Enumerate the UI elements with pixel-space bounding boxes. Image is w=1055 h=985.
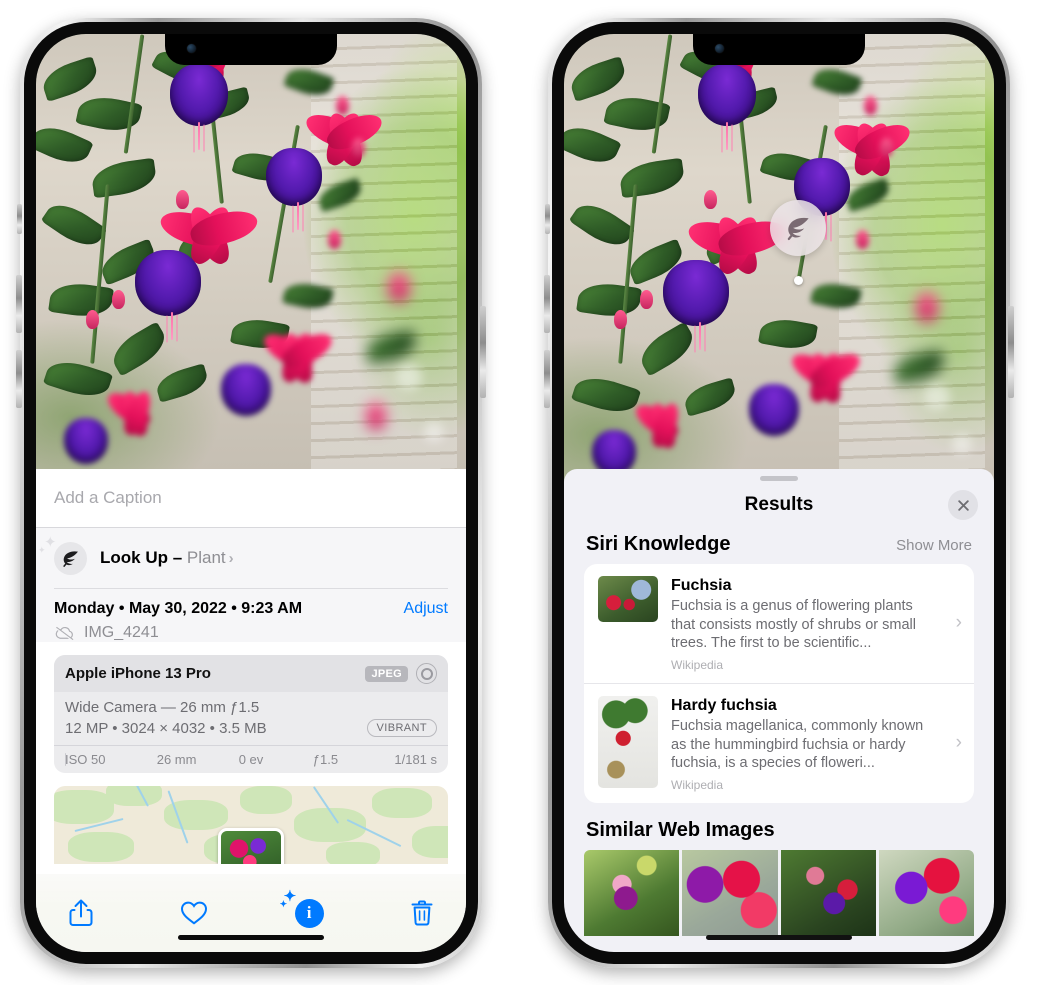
- visual-lookup-anchor-dot: [794, 276, 803, 285]
- front-camera-icon: [715, 44, 724, 53]
- volume-down-button-left[interactable]: [16, 350, 22, 408]
- caption-placeholder: Add a Caption: [54, 488, 162, 507]
- list-item[interactable]: Fuchsia Fuchsia is a genus of flowering …: [584, 564, 974, 683]
- aperture-icon: [416, 663, 437, 684]
- result-description: Fuchsia is a genus of flowering plants t…: [671, 598, 916, 652]
- page-title: Results: [744, 494, 814, 515]
- specs-line: 12 MP • 3024 × 4032 • 3.5 MB: [65, 719, 267, 737]
- metadata-section: Monday • May 30, 2022 • 9:23 AM Adjust I…: [36, 589, 466, 642]
- results-header: Results: [564, 481, 994, 529]
- camera-card-header: Apple iPhone 13 Pro JPEG: [54, 655, 448, 692]
- sparkle-small-icon: ✦: [279, 898, 288, 909]
- look-up-subject: Plant: [186, 548, 226, 567]
- screen-right: Results Siri Knowledge Show More Fuchsia…: [564, 34, 994, 952]
- exif-shutter: 1/181 s: [394, 752, 438, 767]
- screen-left: Add a Caption ✦ ✦ Look Up – Plant › Mond…: [36, 34, 466, 952]
- location-map[interactable]: [54, 786, 448, 864]
- info-sparkle-icon[interactable]: ✦ ✦ i: [280, 889, 324, 928]
- trash-icon[interactable]: [410, 899, 434, 927]
- look-up-label: Look Up – Plant ›: [100, 548, 234, 568]
- result-source: Wikipedia: [671, 657, 724, 672]
- exif-aperture: ƒ1.5: [312, 752, 339, 767]
- caption-field[interactable]: Add a Caption: [36, 469, 466, 528]
- siri-knowledge-card: Fuchsia Fuchsia is a genus of flowering …: [584, 564, 974, 803]
- leaf-icon: [787, 217, 809, 241]
- volume-up-button-right[interactable]: [544, 275, 550, 333]
- photo-toolbar: ✦ ✦ i: [36, 874, 466, 952]
- result-text: Hardy fuchsia Fuchsia magellanica, commo…: [671, 696, 960, 792]
- iphone-left: Add a Caption ✦ ✦ Look Up – Plant › Mond…: [16, 18, 486, 968]
- web-image-thumbnail[interactable]: [878, 849, 974, 936]
- capture-date: Monday • May 30, 2022 • 9:23 AM: [54, 600, 303, 617]
- visual-lookup-badge[interactable]: [770, 200, 826, 256]
- screenshot-stage: Add a Caption ✦ ✦ Look Up – Plant › Mond…: [0, 0, 1055, 985]
- photographic-style-badge: VIBRANT: [366, 719, 437, 737]
- front-camera-icon: [187, 44, 196, 53]
- results-sheet: Results Siri Knowledge Show More Fuchsia…: [564, 469, 994, 952]
- volume-up-button-left[interactable]: [16, 275, 22, 333]
- mute-switch-left[interactable]: [17, 204, 22, 234]
- share-icon[interactable]: [68, 898, 94, 928]
- iphone-right: Results Siri Knowledge Show More Fuchsia…: [544, 18, 1014, 968]
- favorite-heart-icon[interactable]: [180, 900, 208, 926]
- filename-row: IMG_4241: [54, 624, 448, 642]
- look-up-title: Look Up –: [100, 548, 183, 567]
- photo-fuchsia-left[interactable]: [36, 34, 466, 469]
- notch-right: [693, 34, 865, 65]
- home-indicator-right[interactable]: [706, 935, 852, 940]
- date-row: Monday • May 30, 2022 • 9:23 AM Adjust: [54, 600, 448, 618]
- exif-focal: 26 mm: [156, 752, 197, 767]
- show-more-button[interactable]: Show More: [896, 537, 972, 554]
- volume-down-button-right[interactable]: [544, 350, 550, 408]
- format-badge: JPEG: [365, 665, 408, 682]
- section-title-siri-knowledge: Siri Knowledge: [586, 533, 731, 555]
- home-indicator-left[interactable]: [178, 935, 324, 940]
- chevron-right-icon: ›: [955, 612, 962, 634]
- result-thumbnail: [598, 576, 658, 622]
- chevron-right-icon: ›: [955, 732, 962, 754]
- info-glyph: i: [306, 903, 312, 922]
- camera-model: Apple iPhone 13 Pro: [65, 665, 211, 682]
- web-image-thumbnail[interactable]: [780, 849, 876, 936]
- similar-web-images-strip: [564, 849, 994, 936]
- lens-line: Wide Camera — 26 mm ƒ1.5: [65, 699, 260, 716]
- web-image-thumbnail[interactable]: [584, 849, 680, 936]
- specs-row: 12 MP • 3024 × 4032 • 3.5 MB VIBRANT: [65, 719, 437, 737]
- result-title: Fuchsia: [671, 577, 732, 594]
- power-button-right[interactable]: [1008, 306, 1014, 398]
- section-title-similar-web-images: Similar Web Images: [586, 818, 775, 841]
- camera-badges: JPEG: [365, 663, 437, 684]
- look-up-plant-row[interactable]: ✦ ✦ Look Up – Plant ›: [38, 528, 448, 589]
- power-button-left[interactable]: [480, 306, 486, 398]
- photo-info-sheet: Add a Caption ✦ ✦ Look Up – Plant › Mond…: [36, 469, 466, 952]
- list-item[interactable]: Hardy fuchsia Fuchsia magellanica, commo…: [584, 682, 974, 803]
- exif-row: ISO 50 26 mm 0 ev ƒ1.5 1/181 s: [54, 745, 448, 773]
- lookup-section: ✦ ✦ Look Up – Plant ›: [36, 528, 466, 589]
- photo-fuchsia-right[interactable]: [564, 34, 994, 489]
- filename: IMG_4241: [84, 624, 159, 641]
- mute-switch-right[interactable]: [545, 204, 550, 234]
- web-image-thumbnail[interactable]: [682, 849, 778, 936]
- close-icon[interactable]: [948, 490, 978, 520]
- exif-iso: ISO 50: [65, 752, 106, 767]
- camera-info-card[interactable]: Apple iPhone 13 Pro JPEG Wide Camera — 2…: [54, 655, 448, 773]
- chevron-right-icon: ›: [228, 550, 234, 567]
- leaf-icon: ✦ ✦: [38, 535, 87, 575]
- photo-flowers: [36, 34, 466, 469]
- sparkle-small-icon: ✦: [38, 544, 46, 555]
- camera-card-body: Wide Camera — 26 mm ƒ1.5 12 MP • 3024 × …: [54, 692, 448, 745]
- result-title: Hardy fuchsia: [671, 696, 777, 714]
- siri-knowledge-header: Siri Knowledge Show More: [564, 529, 994, 564]
- map-photo-pin[interactable]: [218, 828, 284, 864]
- result-description: Fuchsia magellanica, commonly known as t…: [671, 718, 924, 772]
- notch-left: [165, 34, 337, 65]
- cloud-slash-icon: [55, 626, 74, 641]
- adjust-button[interactable]: Adjust: [404, 600, 448, 618]
- result-source: Wikipedia: [671, 777, 724, 792]
- photo-flowers: [564, 34, 994, 489]
- result-thumbnail: [598, 695, 658, 788]
- result-text: Fuchsia Fuchsia is a genus of flowering …: [671, 576, 960, 672]
- exif-ev: 0 ev: [238, 752, 264, 767]
